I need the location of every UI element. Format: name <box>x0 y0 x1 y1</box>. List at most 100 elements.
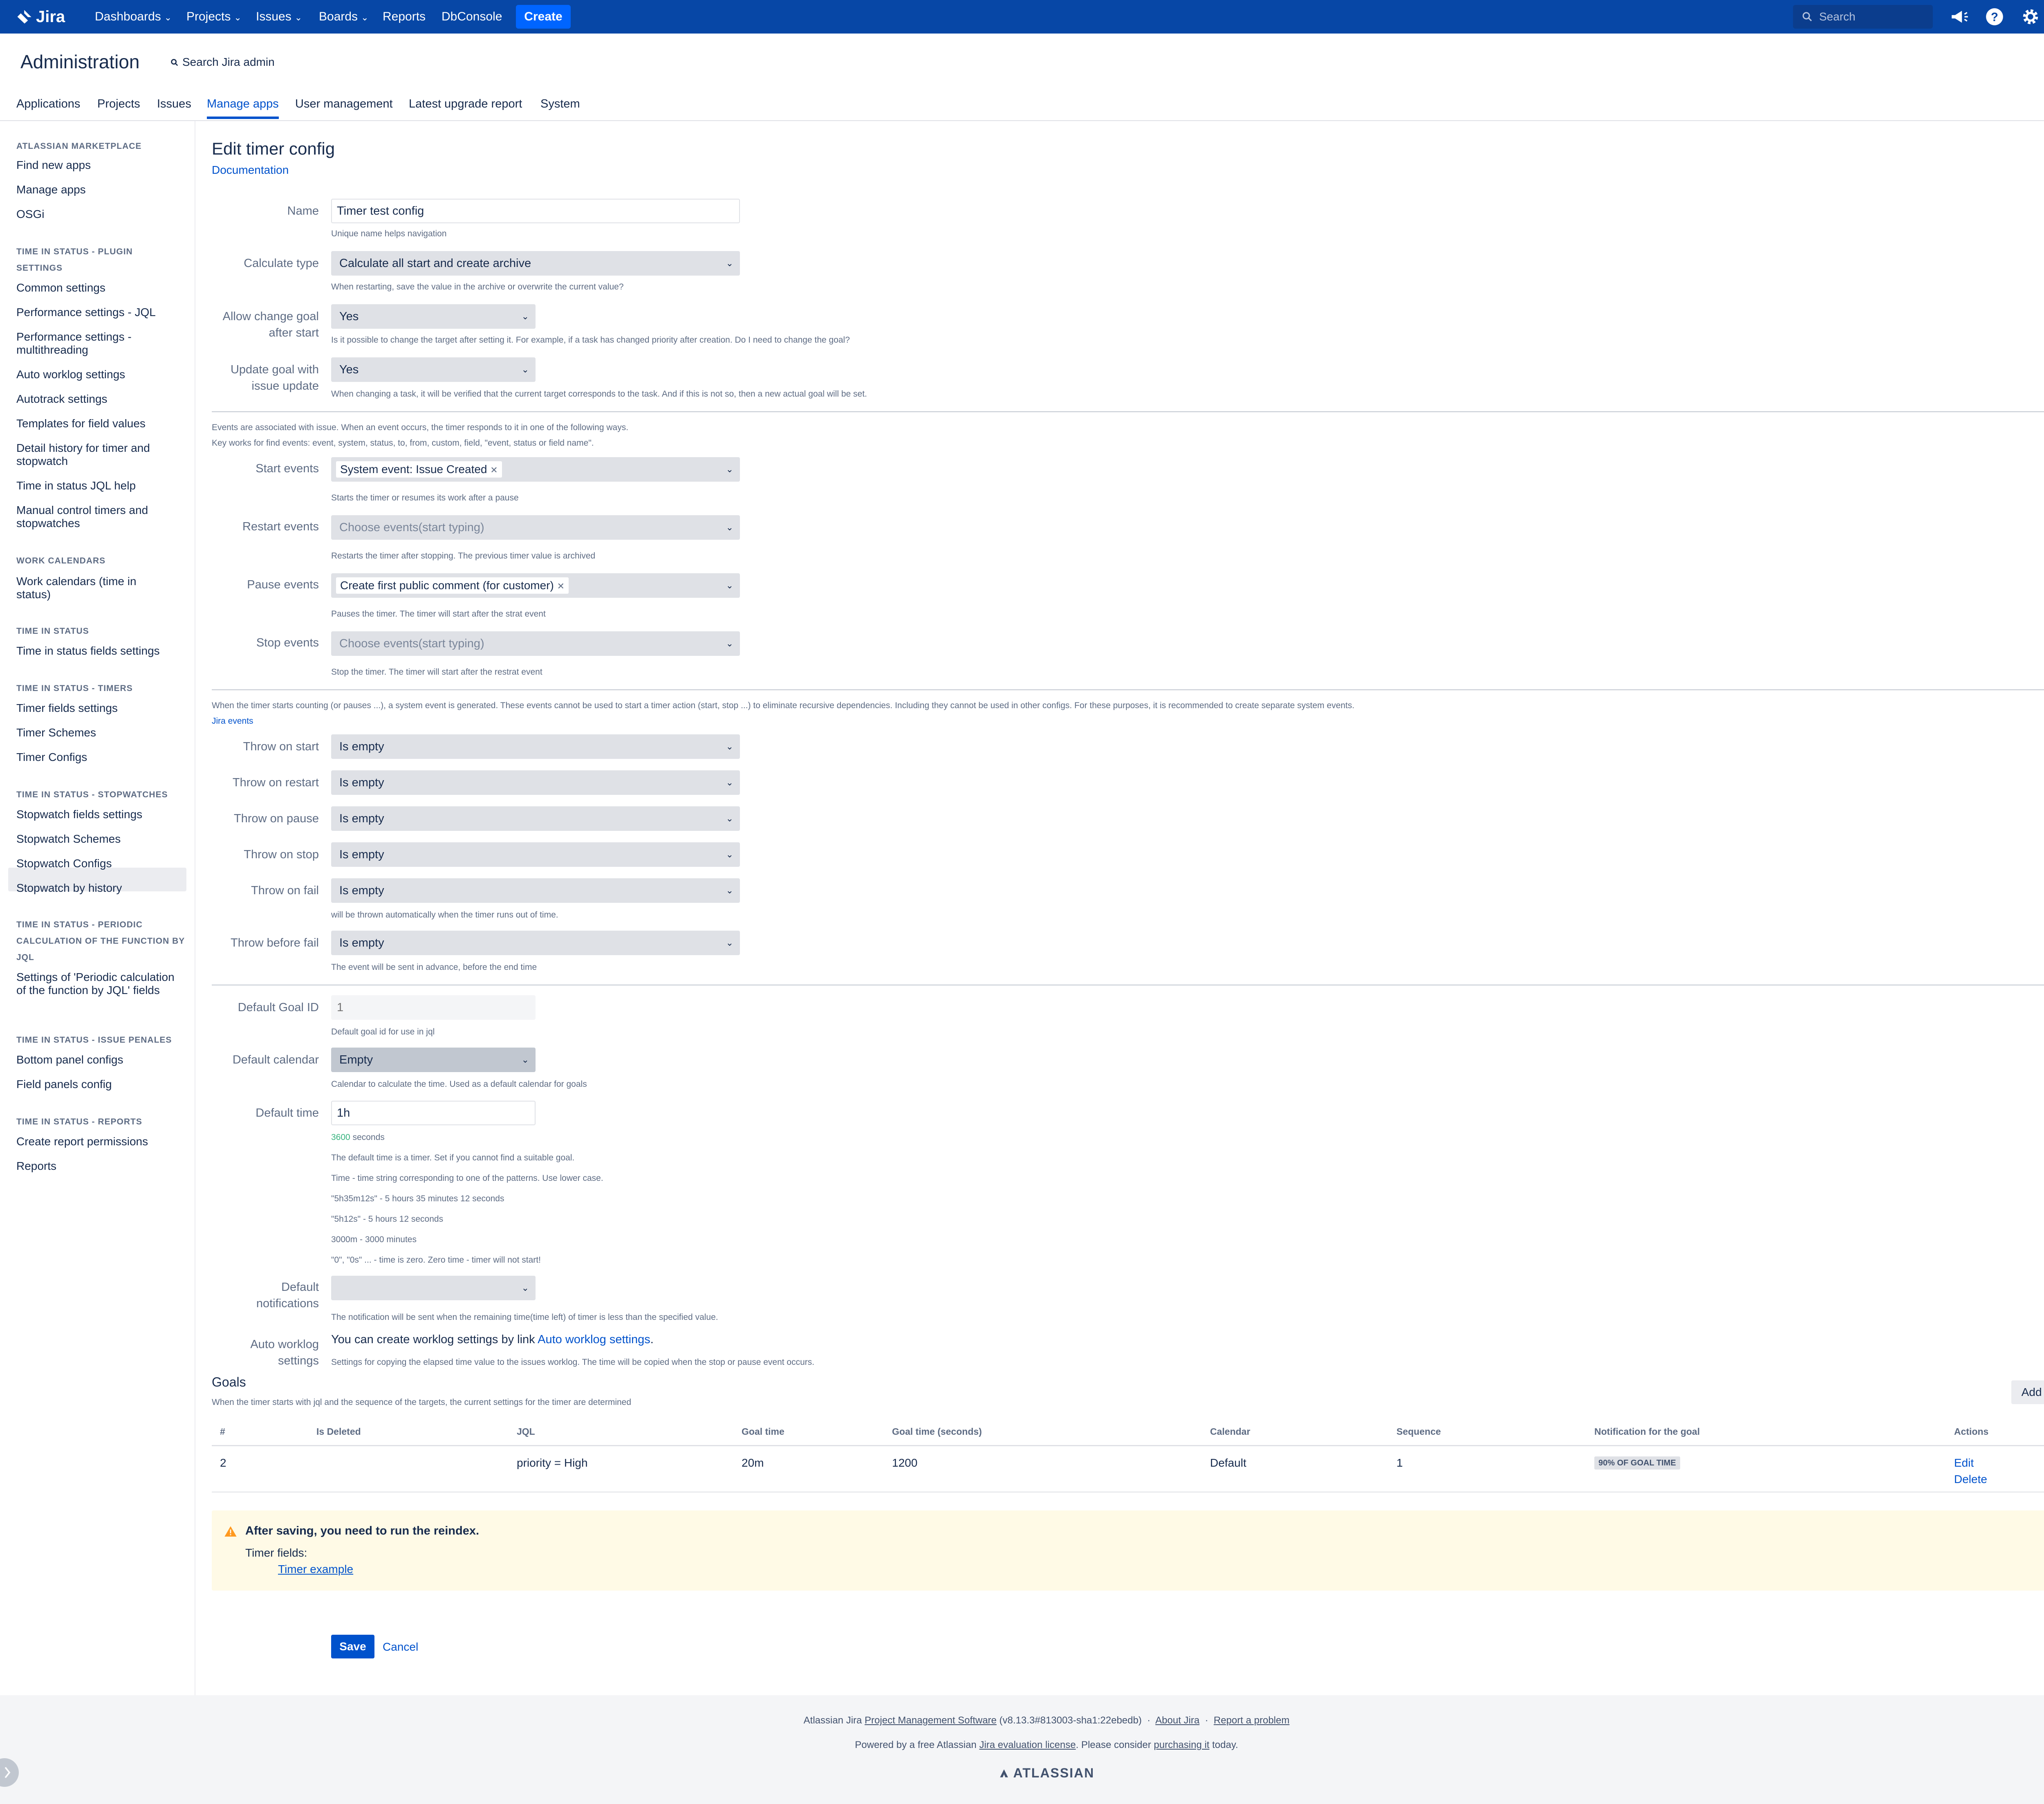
tab-applications[interactable]: Applications <box>16 97 80 111</box>
sidebar-item-bottom-panel-configs[interactable]: Bottom panel configs <box>16 1053 180 1066</box>
sidebar-item-periodic-calc-settings[interactable]: Settings of 'Periodic calculation of the… <box>16 971 180 997</box>
throw-on-pause-select[interactable]: Is empty ⌄ <box>331 806 740 831</box>
jira-events-link[interactable]: Jira events <box>212 716 253 726</box>
calculate-type-help: When restarting, save the value in the a… <box>331 282 624 292</box>
global-search-input[interactable]: Search <box>1793 5 1933 29</box>
footer-pms-link[interactable]: Project Management Software <box>865 1715 997 1726</box>
allow-change-select[interactable]: Yes ⌄ <box>331 304 536 329</box>
footer-license-link[interactable]: Jira evaluation license <box>979 1739 1076 1750</box>
tab-latest-upgrade-report[interactable]: Latest upgrade report <box>409 97 522 111</box>
sidebar-item-reports[interactable]: Reports <box>16 1160 180 1173</box>
sidebar-item-timer-schemes[interactable]: Timer Schemes <box>16 726 180 739</box>
sidebar-item-jql-help[interactable]: Time in status JQL help <box>16 479 180 492</box>
help-icon[interactable]: ? <box>1984 7 2005 27</box>
pause-events-help: Pauses the timer. The timer will start a… <box>331 609 546 619</box>
add-goal-button[interactable]: Add goal <box>2011 1380 2044 1404</box>
tab-system[interactable]: System <box>540 97 580 111</box>
throw-on-start-select[interactable]: Is empty ⌄ <box>331 734 740 759</box>
page-heading-administration: Administration <box>20 51 140 72</box>
create-button[interactable]: Create <box>516 5 571 29</box>
cancel-link[interactable]: Cancel <box>383 1640 418 1654</box>
nav-dashboards[interactable]: Dashboards ⌄ <box>95 8 172 25</box>
sidebar-item-time-in-status-fields[interactable]: Time in status fields settings <box>16 644 180 657</box>
sidebar-item-auto-worklog-settings[interactable]: Auto worklog settings <box>16 368 180 381</box>
gear-icon[interactable] <box>2020 7 2041 27</box>
sidebar-item-common-settings[interactable]: Common settings <box>16 281 180 294</box>
timer-fields-label: Timer fields: <box>245 1546 307 1559</box>
auto-worklog-settings-link[interactable]: Auto worklog settings <box>538 1333 650 1346</box>
sidebar-item-performance-jql[interactable]: Performance settings - JQL <box>16 306 180 319</box>
sidebar-item-templates[interactable]: Templates for field values <box>16 417 180 430</box>
tab-user-management[interactable]: User management <box>295 97 393 111</box>
sidebar-item-osgi[interactable]: OSGi <box>16 208 180 221</box>
default-goal-id-help: Default goal id for use in jql <box>331 1027 435 1037</box>
remove-chip-icon[interactable]: ✕ <box>490 465 498 475</box>
chevron-down-icon: ⌄ <box>726 777 733 788</box>
sidebar-item-find-new-apps[interactable]: Find new apps <box>16 159 180 172</box>
sidebar-item-work-calendars[interactable]: Work calendars (time in status) <box>16 575 164 601</box>
throw-on-restart-select[interactable]: Is empty ⌄ <box>331 770 740 795</box>
nav-issues[interactable]: Issues ⌄ <box>256 8 302 25</box>
start-events-multiselect[interactable]: System event: Issue Created ✕ ⌄ <box>331 457 740 482</box>
sidebar-item-stopwatch-fields[interactable]: Stopwatch fields settings <box>16 808 180 821</box>
nav-reports[interactable]: Reports <box>383 8 426 25</box>
sidebar-heading: TIME IN STATUS - ISSUE PENALES <box>16 1035 172 1045</box>
footer-purchase-link[interactable]: purchasing it <box>1154 1739 1209 1750</box>
sidebar-item-detail-history[interactable]: Detail history for timer and stopwatch <box>16 442 180 468</box>
restart-events-multiselect[interactable]: Choose events(start typing) ⌄ <box>331 515 740 540</box>
tab-projects[interactable]: Projects <box>97 97 140 111</box>
footer-about-link[interactable]: About Jira <box>1155 1715 1199 1726</box>
throw-on-pause-value: Is empty <box>339 812 384 825</box>
calculate-type-select[interactable]: Calculate all start and create archive ⌄ <box>331 251 740 276</box>
sidebar-heading: WORK CALENDARS <box>16 556 106 565</box>
tab-issues[interactable]: Issues <box>157 97 191 111</box>
nav-dbconsole[interactable]: DbConsole <box>442 8 502 25</box>
stop-events-multiselect[interactable]: Choose events(start typing) ⌄ <box>331 631 740 656</box>
throw-on-fail-select[interactable]: Is empty ⌄ <box>331 878 740 903</box>
goals-header-border <box>212 1445 2044 1446</box>
nav-boards[interactable]: Boards ⌄ <box>319 8 369 25</box>
jira-logo[interactable]: Jira <box>16 7 65 27</box>
chevron-down-icon: ⌄ <box>726 813 733 823</box>
documentation-link[interactable]: Documentation <box>212 164 289 177</box>
sidebar-item-manage-apps[interactable]: Manage apps <box>16 183 180 196</box>
throw-before-fail-select[interactable]: Is empty ⌄ <box>331 931 740 955</box>
goal-delete-link[interactable]: Delete <box>1954 1473 1987 1486</box>
timer-example-link[interactable]: Timer example <box>278 1563 353 1576</box>
sidebar-item-field-panels-config[interactable]: Field panels config <box>16 1078 180 1091</box>
default-calendar-select[interactable]: Empty ⌄ <box>331 1048 536 1072</box>
sidebar-item-stopwatch-configs[interactable]: Stopwatch Configs <box>16 857 180 870</box>
sidebar-item-timer-fields-settings[interactable]: Timer fields settings <box>16 702 180 715</box>
sidebar-item-performance-multithreading[interactable]: Performance settings - multithreading <box>16 330 180 357</box>
search-jira-admin[interactable]: Search Jira admin <box>170 56 275 69</box>
default-notifications-select[interactable]: ⌄ <box>331 1276 536 1300</box>
sidebar-item-stopwatch-schemes[interactable]: Stopwatch Schemes <box>16 832 180 846</box>
sidebar-item-stopwatch-by-history[interactable]: Stopwatch by history <box>16 882 180 895</box>
default-time-input[interactable]: 1h <box>331 1101 536 1125</box>
footer-report-problem-link[interactable]: Report a problem <box>1214 1715 1289 1726</box>
default-time-help-line: Time - time string corresponding to one … <box>331 1173 603 1183</box>
pause-events-multiselect[interactable]: Create first public comment (for custome… <box>331 573 740 598</box>
nav-projects[interactable]: Projects ⌄ <box>186 8 242 25</box>
sidebar-item-create-report-permissions[interactable]: Create report permissions <box>16 1135 180 1148</box>
pause-event-chip[interactable]: Create first public comment (for custome… <box>336 577 569 594</box>
atlassian-logo[interactable]: ATLASSIAN <box>0 1766 2044 1781</box>
save-button[interactable]: Save <box>331 1635 374 1658</box>
sidebar-item-autotrack-settings[interactable]: Autotrack settings <box>16 393 180 406</box>
start-event-chip[interactable]: System event: Issue Created ✕ <box>336 461 502 478</box>
tab-manage-apps[interactable]: Manage apps <box>207 97 279 119</box>
restart-events-placeholder: Choose events(start typing) <box>339 521 484 534</box>
remove-chip-icon[interactable]: ✕ <box>557 581 565 591</box>
goals-col-header: Sequence <box>1396 1426 1441 1437</box>
update-goal-select[interactable]: Yes ⌄ <box>331 357 536 382</box>
allow-change-value: Yes <box>339 310 359 323</box>
default-goal-id-input[interactable] <box>331 995 536 1020</box>
sidebar-item-manual-control[interactable]: Manual control timers and stopwatches <box>16 504 180 530</box>
throw-on-stop-select[interactable]: Is empty ⌄ <box>331 842 740 867</box>
name-input[interactable]: Timer test config <box>331 199 740 223</box>
sidebar-item-timer-configs[interactable]: Timer Configs <box>16 751 180 764</box>
megaphone-icon[interactable] <box>1949 7 1970 27</box>
goal-edit-link[interactable]: Edit <box>1954 1456 1974 1470</box>
chevron-down-icon: ⌄ <box>726 885 733 895</box>
auto-worklog-text-prefix: You can create worklog settings by link <box>331 1333 535 1346</box>
